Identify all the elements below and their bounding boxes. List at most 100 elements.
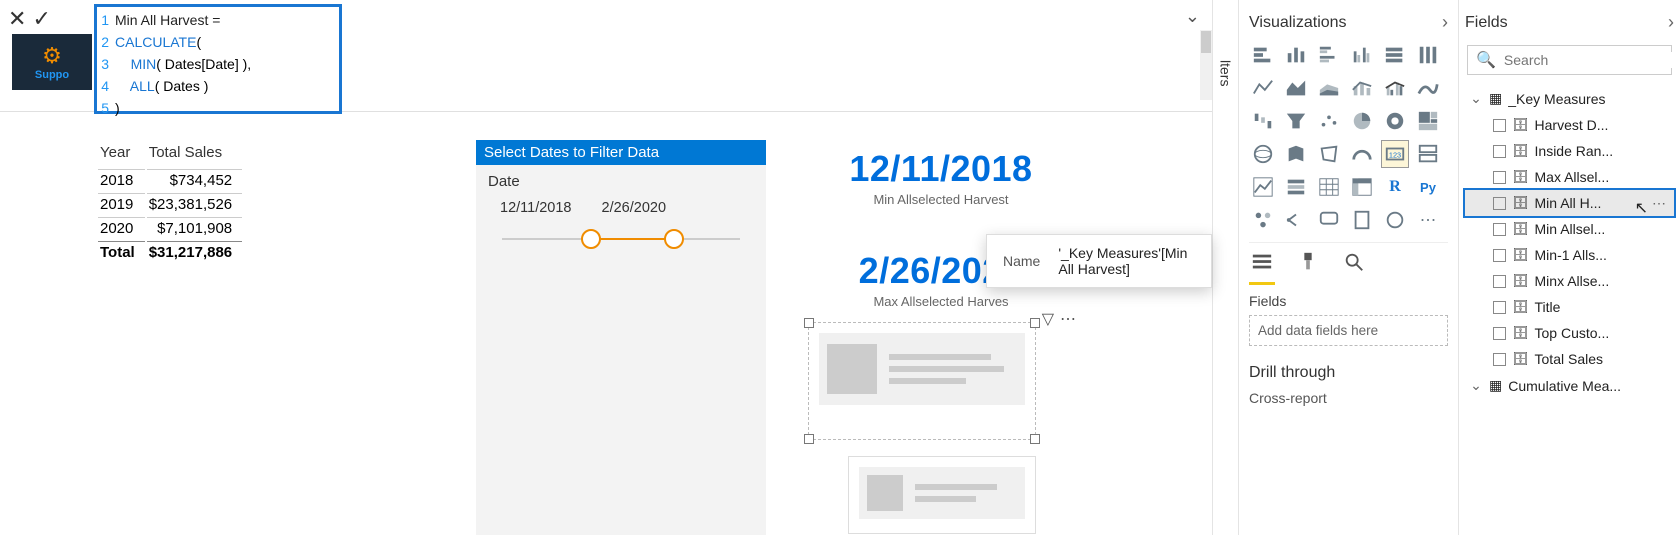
donut-icon[interactable]: [1381, 107, 1409, 135]
card-value: 12/11/2018: [816, 148, 1066, 190]
slider-thumb-end[interactable]: [664, 229, 684, 249]
r-visual-icon[interactable]: R: [1381, 173, 1409, 201]
more-visuals-icon[interactable]: ⋯: [1414, 206, 1442, 234]
field-total-sales[interactable]: 🗄Total Sales: [1465, 346, 1674, 372]
stacked-bar-icon[interactable]: [1249, 41, 1277, 69]
slicer-slider[interactable]: [502, 238, 740, 240]
arcgis-icon[interactable]: [1381, 206, 1409, 234]
line-chart-icon[interactable]: [1249, 74, 1277, 102]
table-cumulative-mea[interactable]: ⌄ ▦ Cumulative Mea...: [1465, 372, 1674, 399]
funnel-icon[interactable]: [1282, 107, 1310, 135]
search-input[interactable]: [1504, 52, 1680, 68]
fields-section-label: Fields: [1249, 293, 1448, 309]
decomposition-tree-icon[interactable]: [1282, 206, 1310, 234]
clustered-column-icon[interactable]: [1348, 41, 1376, 69]
formula-cancel-icon[interactable]: ✕: [8, 6, 26, 32]
slicer-to-date[interactable]: 2/26/2020: [602, 200, 667, 216]
kpi-icon[interactable]: [1249, 173, 1277, 201]
field-top-custo[interactable]: 🗄Top Custo...: [1465, 320, 1674, 346]
pie-icon[interactable]: [1348, 107, 1376, 135]
field-minx-allse[interactable]: 🗄Minx Allse...: [1465, 268, 1674, 294]
drill-through-header: Drill through: [1249, 364, 1448, 382]
formula-commit-icon[interactable]: ✓: [32, 6, 50, 32]
filters-tab-label: lters: [1218, 60, 1234, 86]
viz-gallery: 123 R Py ⋯: [1249, 41, 1448, 234]
filled-map-icon[interactable]: [1282, 140, 1310, 168]
dax-editor[interactable]: 1Min All Harvest = 2CALCULATE( 3 MIN( Da…: [94, 4, 342, 114]
table-icon[interactable]: [1315, 173, 1343, 201]
field-well[interactable]: Add data fields here: [1249, 315, 1448, 346]
chevron-right-icon[interactable]: ›: [1442, 12, 1448, 33]
visualizations-pane: Visualizations › 123 R Py: [1238, 0, 1458, 535]
chevron-right-icon[interactable]: ›: [1668, 12, 1674, 33]
chevron-down-icon: ⌄: [1469, 90, 1483, 107]
fields-tab-icon[interactable]: [1251, 251, 1273, 279]
scatter-icon[interactable]: [1315, 107, 1343, 135]
shape-map-icon[interactable]: [1315, 140, 1343, 168]
min-harvest-card[interactable]: 12/11/2018 Min Allselected Harvest: [816, 148, 1066, 207]
gauge-icon[interactable]: [1348, 140, 1376, 168]
filter-icon[interactable]: ▽: [1042, 309, 1054, 329]
formula-scrollbar[interactable]: [1200, 30, 1212, 100]
qa-visual-icon[interactable]: [1315, 206, 1343, 234]
treemap-icon[interactable]: [1414, 107, 1442, 135]
stacked-bar-100-icon[interactable]: [1381, 41, 1409, 69]
format-tab-icon[interactable]: [1297, 251, 1319, 279]
sales-table-visual[interactable]: Year Total Sales 2018$734,452 2019$23,38…: [96, 140, 244, 265]
filters-pane-collapsed[interactable]: lters: [1212, 0, 1238, 535]
more-options-icon[interactable]: ⋯: [1652, 195, 1668, 212]
field-min-allsel[interactable]: 🗄Min Allsel...: [1465, 216, 1674, 242]
tooltip-name-label: Name: [1003, 253, 1040, 269]
slicer-field-label: Date: [488, 173, 756, 190]
card-icon[interactable]: 123: [1381, 140, 1409, 168]
table-key-measures[interactable]: ⌄ ▦ _Key Measures: [1465, 85, 1674, 112]
multi-row-card-icon[interactable]: [1414, 140, 1442, 168]
field-min-all-h[interactable]: 🗄 Min All H... ⋯ ↖: [1465, 190, 1674, 216]
python-visual-icon[interactable]: Py: [1414, 173, 1442, 201]
fields-search[interactable]: 🔍: [1467, 45, 1672, 75]
slicer-from-date[interactable]: 12/11/2018: [500, 200, 572, 216]
report-canvas: ✕ ✓ ⌄ ⚙ Suppo 1Min All Harvest = 2CALCUL…: [0, 0, 1212, 535]
logo-badge: ⚙ Suppo: [12, 34, 92, 90]
field-title[interactable]: 🗄Title: [1465, 294, 1674, 320]
waterfall-icon[interactable]: [1249, 107, 1277, 135]
key-influencers-icon[interactable]: [1249, 206, 1277, 234]
table-row: 2018$734,452: [98, 169, 242, 191]
tooltip-name-value: '_Key Measures'[Min All Harvest]: [1058, 245, 1195, 277]
search-icon: 🔍: [1476, 50, 1496, 70]
area-chart-icon[interactable]: [1282, 74, 1310, 102]
card-label: Max Allselected Harves: [816, 294, 1066, 309]
stacked-area-icon[interactable]: [1315, 74, 1343, 102]
formula-expand-icon[interactable]: ⌄: [1185, 6, 1200, 27]
table-row: 2019$23,381,526: [98, 193, 242, 215]
matrix-icon[interactable]: [1348, 173, 1376, 201]
col-year: Year: [98, 142, 145, 167]
gear-icon: ⚙: [42, 43, 62, 69]
line-clustered-column-icon[interactable]: [1381, 74, 1409, 102]
ribbon-chart-icon[interactable]: [1414, 74, 1442, 102]
cross-report-label: Cross-report: [1249, 390, 1448, 406]
card-label: Min Allselected Harvest: [816, 192, 1066, 207]
stacked-column-icon[interactable]: [1282, 41, 1310, 69]
svg-text:123: 123: [1389, 151, 1401, 160]
field-harvest-d[interactable]: 🗄Harvest D...: [1465, 112, 1674, 138]
map-icon[interactable]: [1249, 140, 1277, 168]
slicer-icon[interactable]: [1282, 173, 1310, 201]
field-max-allsel[interactable]: 🗄Max Allsel...: [1465, 164, 1674, 190]
line-stacked-column-icon[interactable]: [1348, 74, 1376, 102]
paginated-report-icon[interactable]: [1348, 206, 1376, 234]
table-icon: ▦: [1489, 90, 1502, 107]
more-options-icon[interactable]: ⋯: [1060, 309, 1076, 329]
slider-thumb-start[interactable]: [581, 229, 601, 249]
field-inside-ran[interactable]: 🗄Inside Ran...: [1465, 138, 1674, 164]
clustered-bar-icon[interactable]: [1315, 41, 1343, 69]
table-icon: ▦: [1489, 377, 1502, 394]
stacked-column-100-icon[interactable]: [1414, 41, 1442, 69]
placeholder-visual[interactable]: [808, 322, 1036, 440]
placeholder-visual-2[interactable]: [848, 456, 1036, 534]
date-slicer[interactable]: Select Dates to Filter Data Date 12/11/2…: [476, 140, 766, 535]
analytics-tab-icon[interactable]: [1343, 251, 1365, 279]
table-total-row: Total$31,217,886: [98, 241, 242, 263]
field-min-1-alls[interactable]: 🗄Min-1 Alls...: [1465, 242, 1674, 268]
table-row: 2020$7,101,908: [98, 217, 242, 239]
